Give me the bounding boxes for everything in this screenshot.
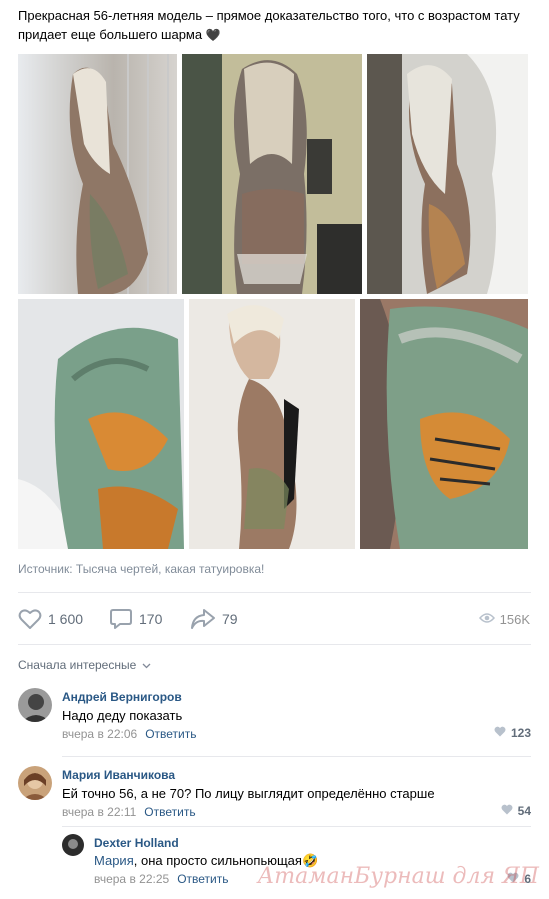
comment-time[interactable]: вчера в 22:25 xyxy=(94,872,169,886)
eye-icon xyxy=(478,612,495,627)
comment-like-button[interactable]: 54 xyxy=(501,804,531,818)
avatar[interactable] xyxy=(18,766,52,800)
comment-meta: вчера в 22:25 Ответить xyxy=(94,872,228,886)
comment-text: Ей точно 56, а не 70? По лицу выглядит о… xyxy=(62,786,435,801)
comment: Мария Иванчикова Ей точно 56, а не 70? П… xyxy=(18,766,531,826)
share-count: 79 xyxy=(222,611,238,627)
comment-meta: вчера в 22:06 Ответить xyxy=(62,727,196,741)
divider xyxy=(18,644,531,645)
comment-author[interactable]: Dexter Holland xyxy=(94,836,179,850)
heart-icon xyxy=(501,804,518,818)
comment-time[interactable]: вчера в 22:11 xyxy=(62,805,136,819)
post-text-body: Прекрасная 56-летняя модель – прямое док… xyxy=(18,8,520,42)
comment-like-count: 54 xyxy=(517,804,531,818)
comments-sort-dropdown[interactable]: Сначала интересные xyxy=(18,658,151,672)
avatar[interactable] xyxy=(62,834,84,856)
comment: Андрей Вернигоров Надо деду показать вче… xyxy=(18,688,531,748)
post-photo-2[interactable] xyxy=(182,54,362,294)
share-button[interactable]: 79 xyxy=(190,605,238,633)
comment-button[interactable]: 170 xyxy=(109,605,162,633)
post-photo-6[interactable] xyxy=(360,299,528,549)
comment-like-button[interactable]: 123 xyxy=(494,726,531,740)
avatar[interactable] xyxy=(18,688,52,722)
divider xyxy=(18,592,531,593)
comment-count: 170 xyxy=(139,611,163,627)
post-actions: 1 600 170 79 156K xyxy=(18,605,530,633)
comment-like-count: 123 xyxy=(510,726,531,740)
comments-sort-label: Сначала интересные xyxy=(18,658,137,672)
post-text: Прекрасная 56-летняя модель – прямое док… xyxy=(18,6,533,45)
watermark: АтаманБурнаш для ЯП xyxy=(257,864,539,889)
comment-author[interactable]: Андрей Вернигоров xyxy=(62,690,182,704)
mention-link[interactable]: Мария xyxy=(94,853,134,868)
comment-text: Надо деду показать xyxy=(62,708,183,723)
reply-button[interactable]: Ответить xyxy=(144,805,195,819)
post-photo-4[interactable] xyxy=(18,299,184,549)
views-count: 156K xyxy=(499,611,530,627)
post-photo-1[interactable] xyxy=(18,54,177,294)
post-source[interactable]: Источник: Тысяча чертей, какая татуировк… xyxy=(18,562,264,576)
post-photo-5[interactable] xyxy=(189,299,355,549)
comment-icon xyxy=(109,607,133,631)
heart-icon xyxy=(494,726,511,740)
comment-author[interactable]: Мария Иванчикова xyxy=(62,768,175,782)
reply-button[interactable]: Ответить xyxy=(177,872,228,886)
post-photo-3[interactable] xyxy=(367,54,528,294)
comment-time[interactable]: вчера в 22:06 xyxy=(62,727,137,741)
chevron-down-icon xyxy=(140,658,151,672)
views-counter: 156K xyxy=(478,605,530,633)
like-button[interactable]: 1 600 xyxy=(18,605,83,633)
like-count: 1 600 xyxy=(48,611,84,627)
reply-button[interactable]: Ответить xyxy=(145,727,196,741)
divider xyxy=(62,826,531,827)
share-icon xyxy=(190,608,216,630)
black-heart-emoji: 🖤 xyxy=(205,28,221,42)
comment-meta: вчера в 22:11 Ответить xyxy=(62,805,196,819)
divider xyxy=(62,756,531,757)
heart-icon xyxy=(18,608,42,630)
